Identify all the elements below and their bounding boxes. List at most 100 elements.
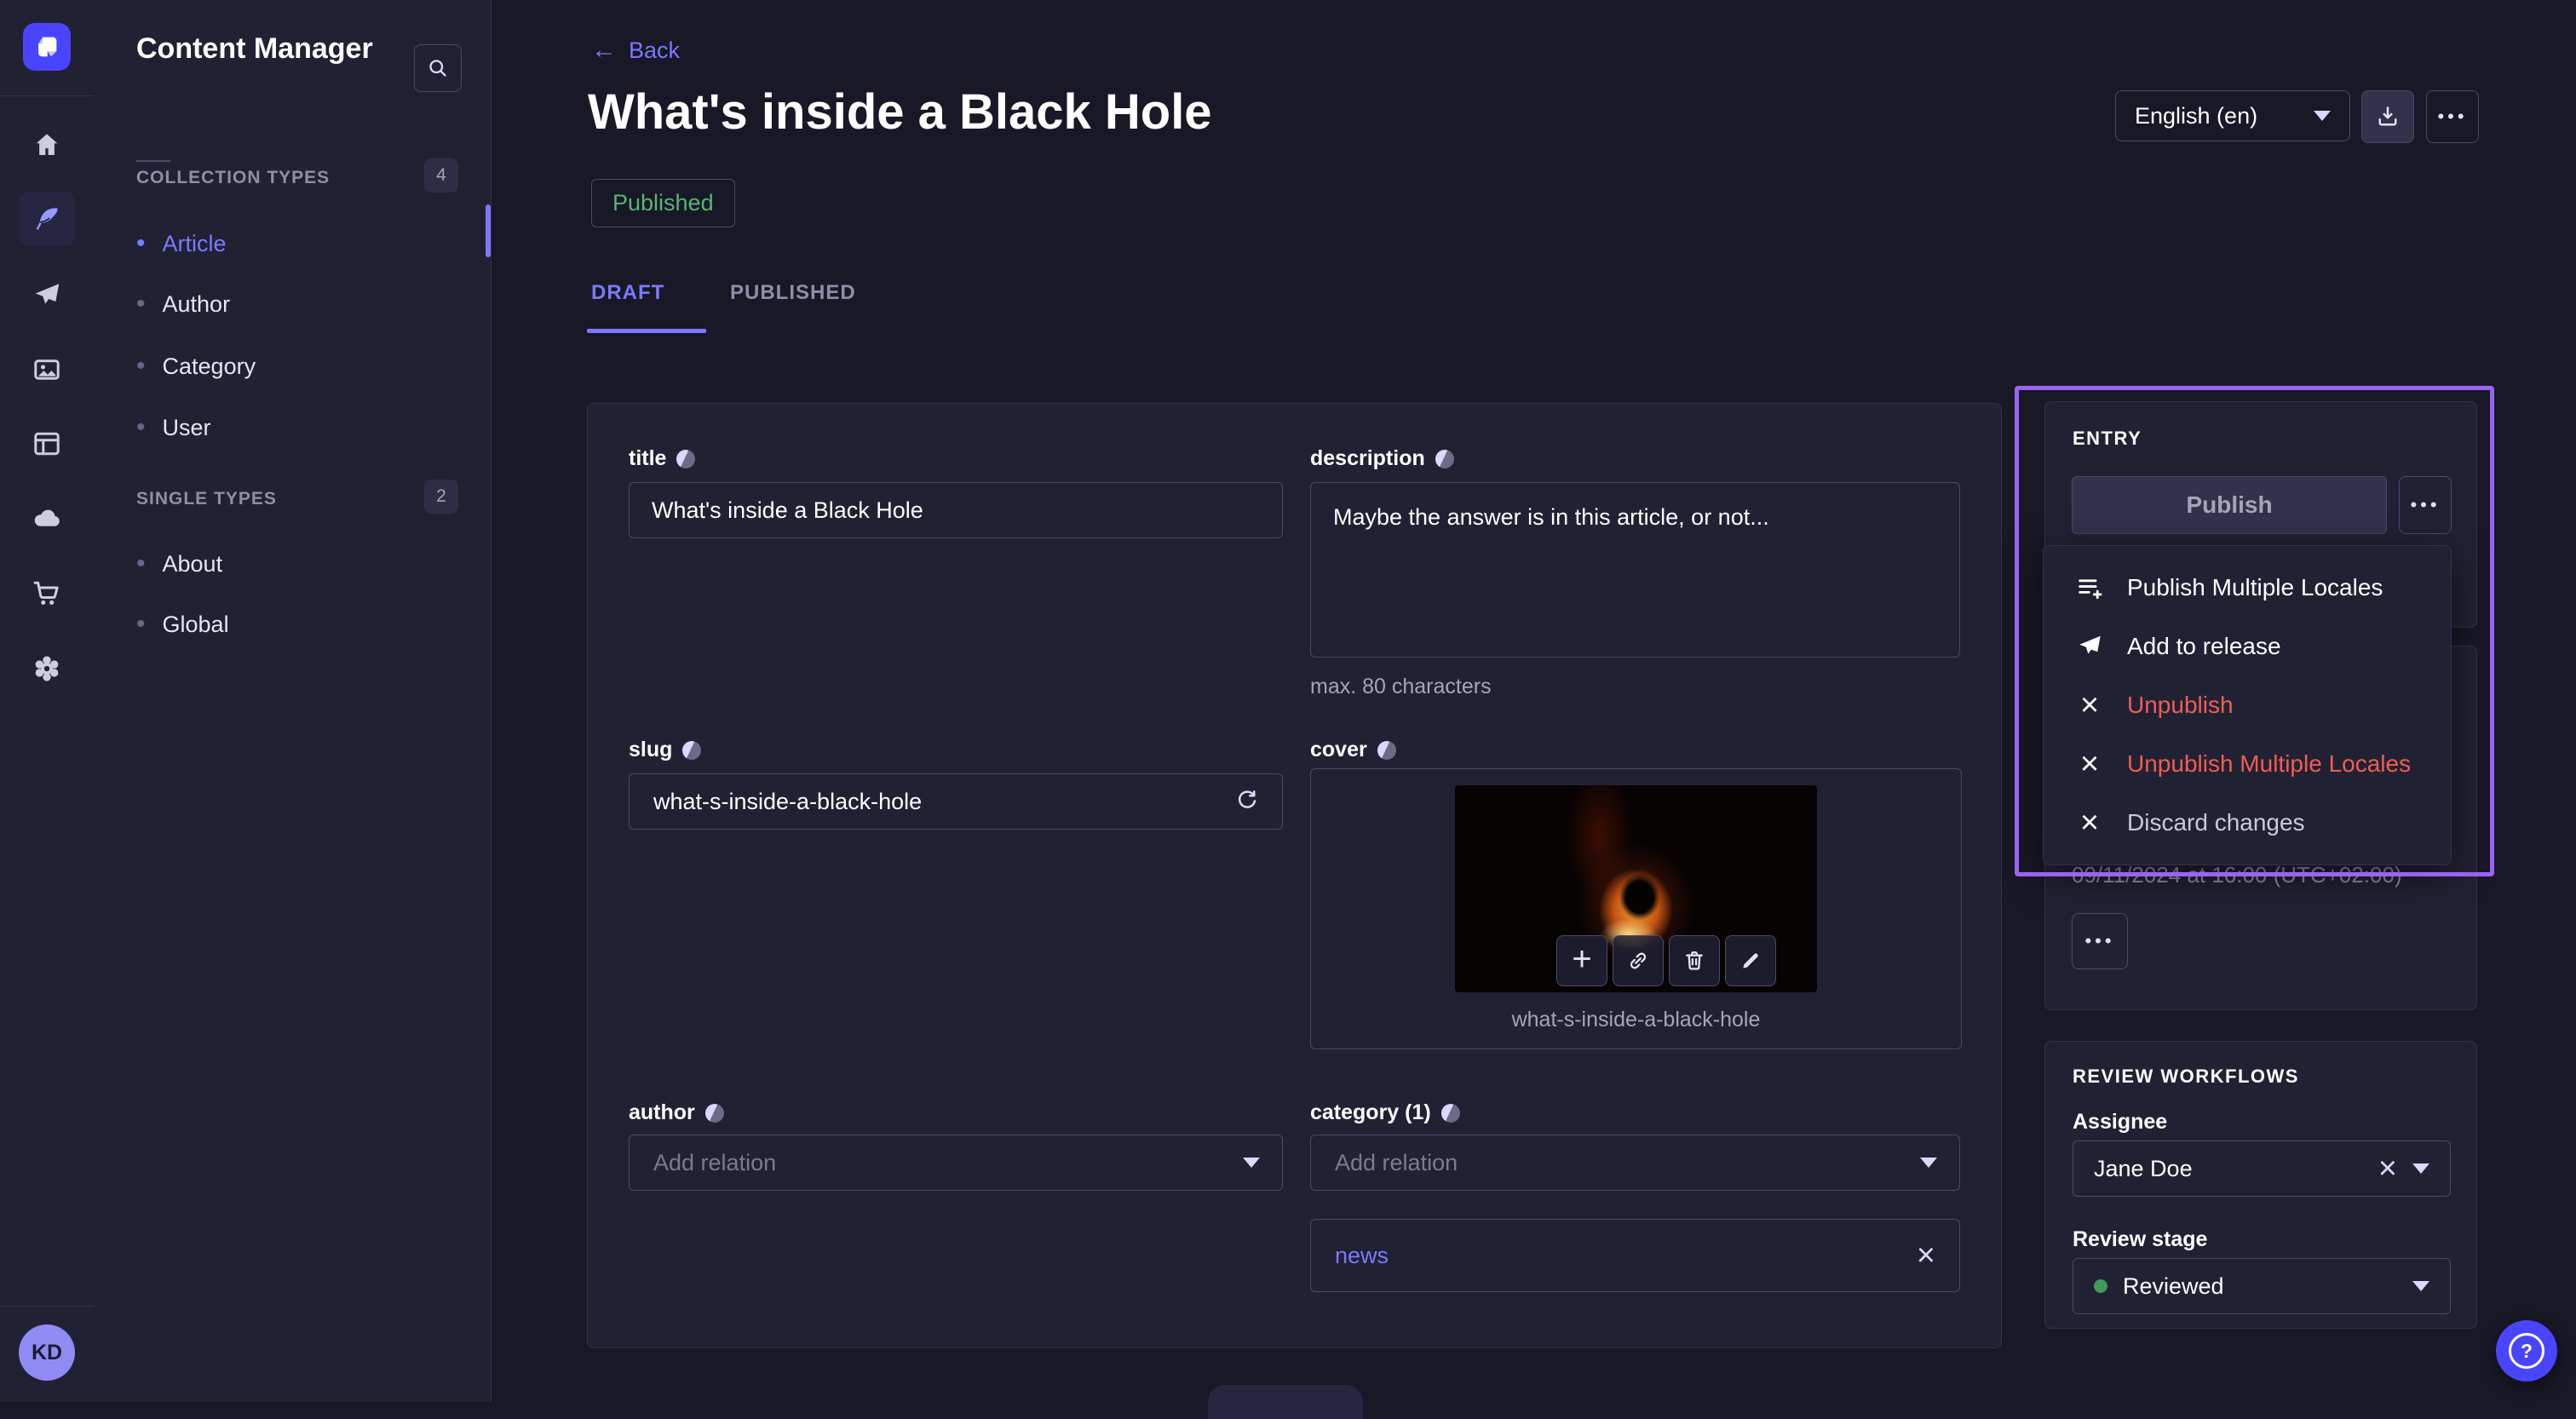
title-input[interactable] xyxy=(629,482,1283,538)
header-more-button[interactable]: ••• xyxy=(2426,90,2479,143)
review-stage-select[interactable]: Reviewed xyxy=(2073,1258,2451,1314)
author-relation-select[interactable] xyxy=(629,1135,1283,1191)
sidebar-item-article[interactable]: • Article xyxy=(136,216,460,271)
description-textarea[interactable]: Maybe the answer is in this article, or … xyxy=(1310,482,1960,658)
regenerate-icon[interactable] xyxy=(1234,789,1260,814)
menu-item-unpublish-multiple-locales[interactable]: × Unpublish Multiple Locales xyxy=(2044,734,2451,793)
sidebar-item-author[interactable]: • Author xyxy=(136,277,460,331)
bullet-icon: • xyxy=(136,551,146,577)
field-label-slug: slug xyxy=(629,738,701,762)
tab-published[interactable]: PUBLISHED xyxy=(730,281,856,305)
rail-divider-bottom xyxy=(0,1306,94,1307)
entry-form-card: title description Maybe the answer is in… xyxy=(587,403,2002,1348)
rail-item-home[interactable] xyxy=(20,118,74,172)
edit-asset-button[interactable] xyxy=(1725,935,1776,986)
add-asset-button[interactable]: + xyxy=(1556,935,1607,986)
sidebar-item-global[interactable]: • Global xyxy=(136,597,460,652)
category-tag-link[interactable]: news xyxy=(1335,1243,1389,1269)
plus-icon: + xyxy=(1572,942,1591,976)
rail-item-releases[interactable] xyxy=(20,268,74,323)
rail-item-content-type-builder[interactable] xyxy=(20,417,74,471)
search-button[interactable] xyxy=(414,44,462,92)
menu-item-label: Add to release xyxy=(2127,633,2281,660)
author-relation-input[interactable] xyxy=(652,1149,1243,1177)
back-link[interactable]: ← Back xyxy=(591,36,680,65)
more-icon: ••• xyxy=(2084,932,2114,951)
home-icon xyxy=(32,129,62,160)
rail-item-content-manager[interactable] xyxy=(20,192,74,246)
cross-icon: × xyxy=(2074,748,2105,780)
pencil-icon xyxy=(1739,949,1762,973)
link-icon xyxy=(1626,949,1650,973)
assignee-label: Assignee xyxy=(2073,1110,2167,1135)
rail-item-marketplace[interactable] xyxy=(20,566,74,620)
slug-input[interactable] xyxy=(652,788,1234,816)
menu-item-discard-changes[interactable]: × Discard changes xyxy=(2044,793,2451,852)
paper-plane-icon xyxy=(2074,633,2105,660)
rail-divider xyxy=(0,95,94,96)
publish-button[interactable]: Publish xyxy=(2072,476,2387,534)
rail-item-media-library[interactable] xyxy=(20,342,74,397)
category-relation-select[interactable] xyxy=(1310,1135,1960,1191)
export-button[interactable] xyxy=(2361,90,2414,143)
menu-item-label: Publish Multiple Locales xyxy=(2127,574,2383,601)
collapsed-bottom-button[interactable] xyxy=(1208,1385,1363,1419)
bullet-icon: • xyxy=(136,415,146,440)
cross-icon: × xyxy=(2074,689,2105,721)
localized-field-icon xyxy=(1441,1104,1460,1123)
strapi-logo-icon xyxy=(32,32,61,61)
locale-value: English (en) xyxy=(2135,103,2257,129)
strapi-logo[interactable] xyxy=(23,23,71,71)
more-icon: ••• xyxy=(2410,496,2440,514)
menu-item-add-to-release[interactable]: Add to release xyxy=(2044,617,2451,675)
page-title: What's inside a Black Hole xyxy=(588,83,1212,141)
field-label-author: author xyxy=(629,1100,724,1125)
bullet-icon: • xyxy=(136,353,146,379)
menu-item-publish-multiple-locales[interactable]: Publish Multiple Locales xyxy=(2044,558,2451,617)
localized-field-icon xyxy=(682,741,701,760)
more-icon: ••• xyxy=(2437,107,2467,126)
category-relation-input[interactable] xyxy=(1333,1149,1920,1177)
tab-draft[interactable]: DRAFT xyxy=(591,281,664,305)
download-icon xyxy=(2375,104,2401,129)
field-label-description: description xyxy=(1310,446,1454,471)
assignee-select[interactable]: Jane Doe × xyxy=(2073,1140,2451,1197)
rail-item-deploy[interactable] xyxy=(20,491,74,545)
field-label-text: author xyxy=(629,1100,695,1125)
field-label-cover: cover xyxy=(1310,738,1396,762)
sidebar-rule xyxy=(136,160,170,162)
locale-select[interactable]: English (en) xyxy=(2115,90,2350,141)
stage-status-dot xyxy=(2094,1279,2107,1293)
sidebar-item-user[interactable]: • User xyxy=(136,400,460,455)
bullet-icon: • xyxy=(136,291,146,317)
rail-item-settings[interactable] xyxy=(20,641,74,696)
entry-more-button[interactable]: ••• xyxy=(2399,476,2452,534)
single-types-count-badge: 2 xyxy=(424,480,458,514)
user-avatar[interactable]: KD xyxy=(19,1324,75,1381)
paper-plane-icon xyxy=(32,280,62,311)
assignee-value: Jane Doe xyxy=(2094,1156,2193,1182)
category-tag-row: news × xyxy=(1310,1219,1960,1292)
sidebar-item-label: User xyxy=(163,415,211,441)
sidebar-item-about[interactable]: • About xyxy=(136,537,460,591)
chevron-down-icon xyxy=(1920,1158,1937,1168)
entry-panel-heading: ENTRY xyxy=(2073,428,2142,450)
localized-field-icon xyxy=(1377,741,1396,760)
entry-actions-menu: Publish Multiple Locales Add to release … xyxy=(2043,545,2452,865)
status-badge: Published xyxy=(591,179,735,227)
sidebar-item-category[interactable]: • Category xyxy=(136,339,460,394)
copy-link-button[interactable] xyxy=(1613,935,1664,986)
help-button[interactable]: ? xyxy=(2496,1320,2557,1382)
entry-info-more-button[interactable]: ••• xyxy=(2072,913,2128,969)
trash-icon xyxy=(1682,949,1706,973)
delete-asset-button[interactable] xyxy=(1669,935,1720,986)
menu-item-unpublish[interactable]: × Unpublish xyxy=(2044,675,2451,734)
localized-field-icon xyxy=(1435,450,1454,468)
question-mark-icon: ? xyxy=(2509,1333,2544,1369)
active-tab-underline xyxy=(587,329,706,333)
remove-category-icon[interactable]: × xyxy=(1917,1239,1935,1272)
content-manager-sidebar: Content Manager COLLECTION TYPES 4 • Art… xyxy=(94,0,492,1402)
clear-assignee-icon[interactable]: × xyxy=(2378,1152,2397,1185)
cover-field: + xyxy=(1310,768,1962,1049)
menu-item-label: Unpublish xyxy=(2127,692,2234,719)
